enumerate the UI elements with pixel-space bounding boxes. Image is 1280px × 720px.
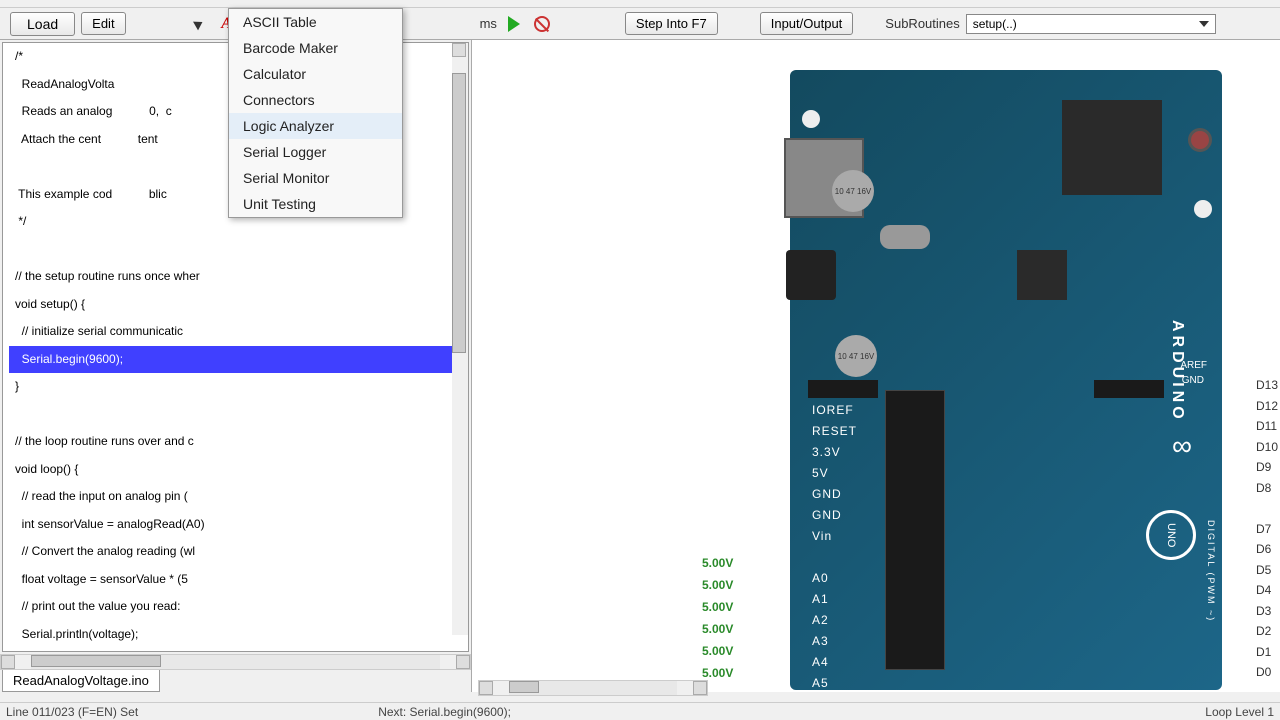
code-line[interactable]: } [3, 373, 468, 401]
menu-item[interactable]: Serial Logger [229, 139, 402, 165]
menu-item[interactable]: Serial Monitor [229, 165, 402, 191]
code-line[interactable] [3, 236, 468, 264]
horizontal-scrollbar[interactable] [0, 654, 471, 670]
play-button[interactable] [503, 13, 525, 35]
tools-dropdown: ASCII TableBarcode MakerCalculatorConnec… [228, 8, 403, 218]
arduino-logo-icon: ∞ [1172, 430, 1192, 462]
ms-label: ms [480, 16, 497, 31]
code-line[interactable]: Serial.begin(9600); [9, 346, 468, 374]
mounting-hole [1194, 200, 1212, 218]
load-button[interactable]: Load [10, 12, 75, 36]
vertical-scrollbar[interactable] [452, 43, 468, 635]
chip [1017, 250, 1067, 300]
menubar [0, 0, 1280, 8]
code-line[interactable]: Serial.println(voltage); [3, 621, 468, 649]
code-line[interactable] [3, 401, 468, 429]
toolbar: Load Edit A ms Step Into F7 Input/Output… [0, 8, 1280, 40]
menu-item[interactable]: Unit Testing [229, 191, 402, 217]
crystal [880, 225, 930, 249]
input-output-button[interactable]: Input/Output [760, 12, 854, 35]
code-line[interactable]: // the setup routine runs once wher [3, 263, 468, 291]
menu-item[interactable]: Calculator [229, 61, 402, 87]
chip [1062, 100, 1162, 195]
header-row [808, 380, 878, 398]
subroutine-value: setup(..) [973, 17, 1017, 31]
code-line[interactable]: // Convert the analog reading (wl [3, 538, 468, 566]
code-line[interactable]: // print out the value you read: [3, 593, 468, 621]
power-jack [786, 250, 836, 300]
subroutine-select[interactable]: setup(..) [966, 14, 1216, 34]
arduino-logo-text: ARDUINO [1168, 320, 1186, 423]
mounting-hole [802, 110, 820, 128]
status-line: Line 011/023 (F=EN) Set [6, 705, 138, 719]
menu-item[interactable]: Barcode Maker [229, 35, 402, 61]
status-loop: Loop Level 1 [1205, 705, 1274, 719]
code-line[interactable]: // read the input on analog pin ( [3, 483, 468, 511]
menu-item[interactable]: ASCII Table [229, 9, 402, 35]
pointer-icon[interactable] [188, 13, 210, 35]
file-tab[interactable]: ReadAnalogVoltage.ino [2, 670, 160, 692]
menu-item[interactable]: Logic Analyzer [229, 113, 402, 139]
step-into-button[interactable]: Step Into F7 [625, 12, 718, 35]
stop-button[interactable] [531, 13, 553, 35]
code-line[interactable]: void loop() { [3, 456, 468, 484]
simulator-pane[interactable]: 10 47 16V 10 47 16V IOREFRESET3.3V5VGNDG… [472, 40, 1280, 692]
digital-pin-labels: D13D12D11D10D9D8 D7D6D5D4D3D2D1D0 [1256, 375, 1278, 683]
reset-button[interactable] [1188, 128, 1212, 152]
code-line[interactable]: // initialize serial communicatic [3, 318, 468, 346]
code-line[interactable]: void setup() { [3, 291, 468, 319]
status-next: Next: Serial.begin(9600); [378, 705, 511, 719]
digital-label: DIGITAL (PWM ~) [1206, 520, 1216, 622]
capacitor: 10 47 16V [832, 170, 874, 212]
code-line[interactable]: float voltage = sensorValue * (5 [3, 566, 468, 594]
code-line[interactable]: int sensorValue = analogRead(A0) [3, 511, 468, 539]
arduino-board[interactable]: 10 47 16V 10 47 16V IOREFRESET3.3V5VGNDG… [790, 70, 1222, 690]
edit-button[interactable]: Edit [81, 12, 125, 35]
pin-labels: IOREFRESET3.3V5VGNDGNDVin A0A1A2A3A4A5 [812, 400, 857, 692]
analog-readouts: 5.00V5.00V5.00V5.00V5.00V5.00V [702, 552, 733, 684]
header-row [1094, 380, 1164, 398]
subroutines-label: SubRoutines [885, 16, 959, 31]
atmega-chip [885, 390, 945, 670]
code-line[interactable]: // the loop routine runs over and c [3, 428, 468, 456]
uno-label: UNO [1146, 510, 1196, 560]
chevron-down-icon [1199, 21, 1209, 27]
statusbar: Line 011/023 (F=EN) Set Next: Serial.beg… [0, 702, 1280, 720]
menu-item[interactable]: Connectors [229, 87, 402, 113]
sim-horizontal-scrollbar[interactable] [478, 680, 708, 696]
capacitor: 10 47 16V [835, 335, 877, 377]
